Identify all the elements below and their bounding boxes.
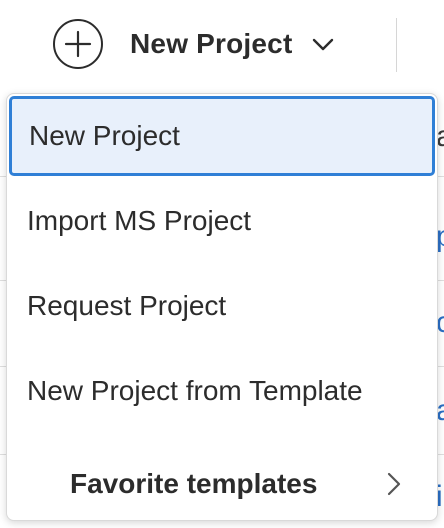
toolbar-divider bbox=[396, 18, 397, 72]
menu-item-label: Favorite templates bbox=[70, 468, 318, 499]
new-project-dropdown-label: New Project bbox=[130, 28, 293, 59]
menu-item-label: Import MS Project bbox=[27, 205, 252, 236]
new-project-menu: New Project Import MS Project Request Pr… bbox=[6, 93, 438, 521]
page: New Project a p c a i New Project Import… bbox=[0, 0, 444, 528]
plus-circle-icon bbox=[53, 19, 103, 69]
toolbar: New Project bbox=[0, 0, 444, 91]
menu-item-label: New Project from Template bbox=[27, 375, 363, 406]
menu-item-label: New Project bbox=[29, 120, 180, 151]
menu-item-favorite-templates[interactable]: Favorite templates bbox=[7, 444, 437, 520]
chevron-down-icon bbox=[313, 38, 334, 51]
menu-item-new-project-from-template[interactable]: New Project from Template bbox=[7, 351, 437, 431]
menu-item-new-project[interactable]: New Project bbox=[9, 96, 435, 176]
menu-item-label: Request Project bbox=[27, 290, 227, 321]
menu-item-request-project[interactable]: Request Project bbox=[7, 266, 437, 346]
menu-item-import-ms-project[interactable]: Import MS Project bbox=[7, 181, 437, 261]
chevron-right-icon bbox=[387, 472, 401, 496]
new-project-dropdown-button[interactable]: New Project bbox=[52, 16, 336, 72]
